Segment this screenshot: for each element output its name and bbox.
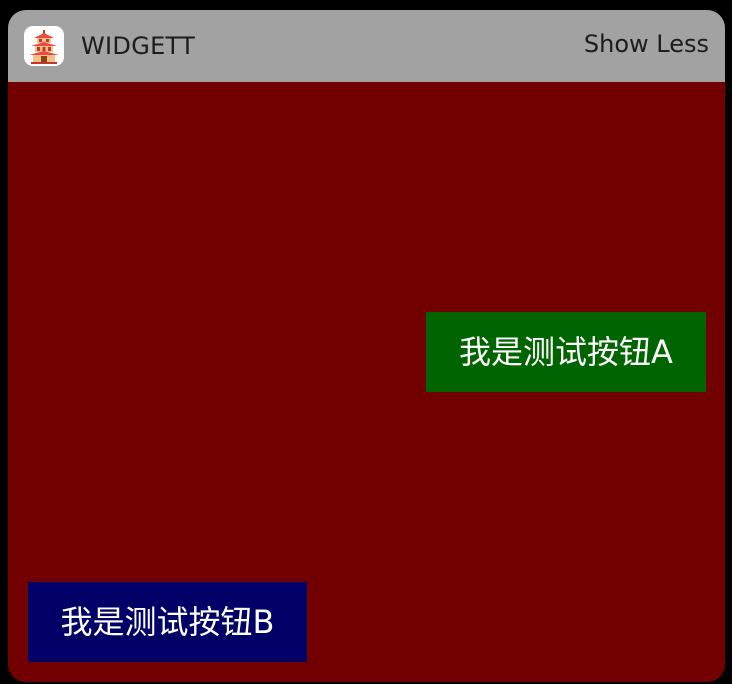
test-button-b[interactable]: 我是测试按钮B — [28, 582, 307, 662]
show-less-button[interactable]: Show Less — [584, 30, 709, 58]
widget-header: WIDGETT Show Less — [8, 10, 725, 82]
pagoda-icon — [24, 26, 64, 66]
app-name: WIDGETT — [81, 32, 196, 60]
test-button-a[interactable]: 我是测试按钮A — [426, 312, 706, 392]
widget-card: WIDGETT Show Less 我是测试按钮A 我是测试按钮B — [8, 10, 725, 682]
widget-content: 我是测试按钮A 我是测试按钮B — [8, 82, 725, 682]
